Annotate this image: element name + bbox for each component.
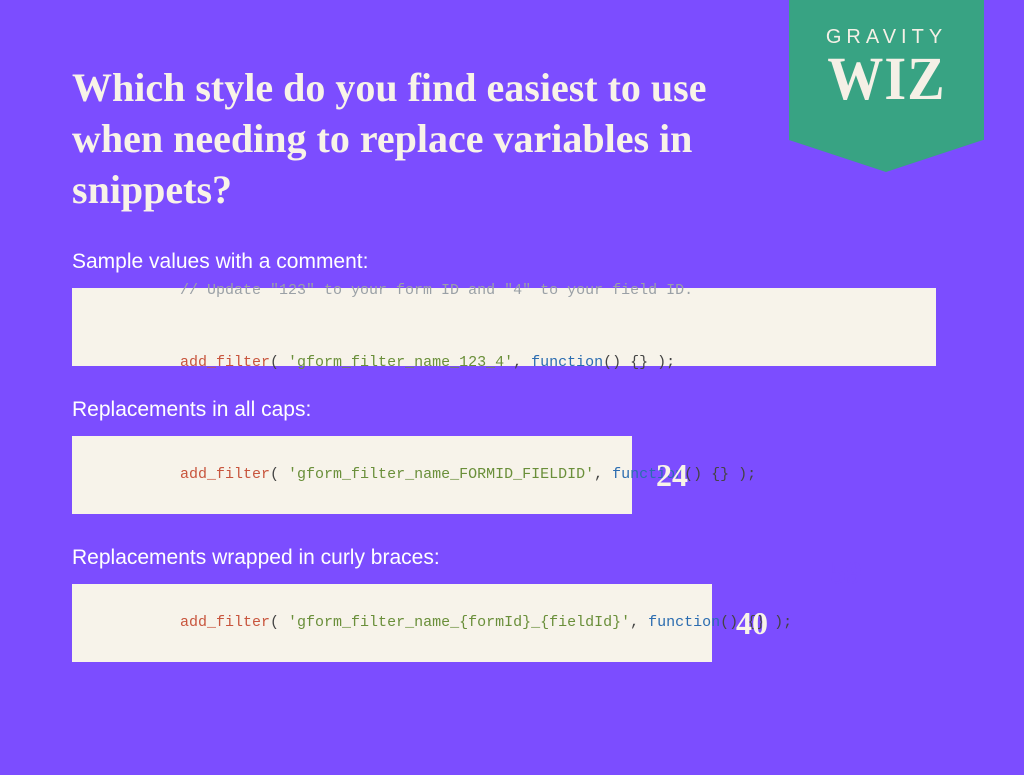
- code-fn: add_filter: [180, 354, 270, 371]
- code-body: () {}: [684, 466, 738, 483]
- code-string: 'gform_filter_name_FORMID_FIELDID': [288, 466, 594, 483]
- page-title: Which style do you find easiest to use w…: [72, 62, 732, 216]
- code-close: );: [657, 354, 675, 371]
- code-comment: // Update "123" to your form ID and "4" …: [180, 282, 693, 299]
- code-keyword: function: [648, 614, 720, 631]
- poll-row-label: Replacements wrapped in curly braces:: [72, 546, 952, 570]
- code-sep: ,: [594, 466, 612, 483]
- poll-chart: Sample values with a comment: // Update …: [72, 250, 952, 694]
- code-close: );: [738, 466, 756, 483]
- poll-bar: add_filter( 'gform_filter_name_{formId}_…: [72, 584, 712, 662]
- poll-row-bar-wrap: add_filter( 'gform_filter_name_{formId}_…: [72, 584, 952, 662]
- poll-row-bar-wrap: // Update "123" to your form ID and "4" …: [72, 288, 952, 366]
- code-sep: ,: [630, 614, 648, 631]
- poll-bar: add_filter( 'gform_filter_name_FORMID_FI…: [72, 436, 632, 514]
- poll-row: Replacements wrapped in curly braces: ad…: [72, 546, 952, 662]
- code-open: (: [270, 466, 288, 483]
- poll-row-label: Replacements in all caps:: [72, 398, 952, 422]
- code-sample-line2: add_filter( 'gform_filter_name_123_4', f…: [90, 327, 675, 399]
- code-open: (: [270, 614, 288, 631]
- logo-line2: WIZ: [827, 48, 945, 110]
- poll-value: 59: [830, 554, 862, 591]
- poll-row: Replacements in all caps: add_filter( 'g…: [72, 398, 952, 514]
- code-sample: add_filter( 'gform_filter_name_{formId}_…: [90, 587, 792, 659]
- code-string: 'gform_filter_name_{formId}_{fieldId}': [288, 614, 630, 631]
- poll-value: 24: [656, 457, 688, 494]
- logo-badge: GRAVITY WIZ: [789, 0, 984, 140]
- code-fn: add_filter: [180, 466, 270, 483]
- poll-row-bar-wrap: add_filter( 'gform_filter_name_FORMID_FI…: [72, 436, 952, 514]
- code-keyword: function: [531, 354, 603, 371]
- poll-value: 40: [736, 605, 768, 642]
- poll-bar: // Update "123" to your form ID and "4" …: [72, 288, 936, 366]
- code-body: () {}: [603, 354, 657, 371]
- code-fn: add_filter: [180, 614, 270, 631]
- code-string: 'gform_filter_name_123_4': [288, 354, 513, 371]
- poll-row: Sample values with a comment: // Update …: [72, 250, 952, 366]
- code-close: );: [774, 614, 792, 631]
- code-sep: ,: [513, 354, 531, 371]
- code-open: (: [270, 354, 288, 371]
- code-sample: // Update "123" to your form ID and "4" …: [90, 255, 693, 327]
